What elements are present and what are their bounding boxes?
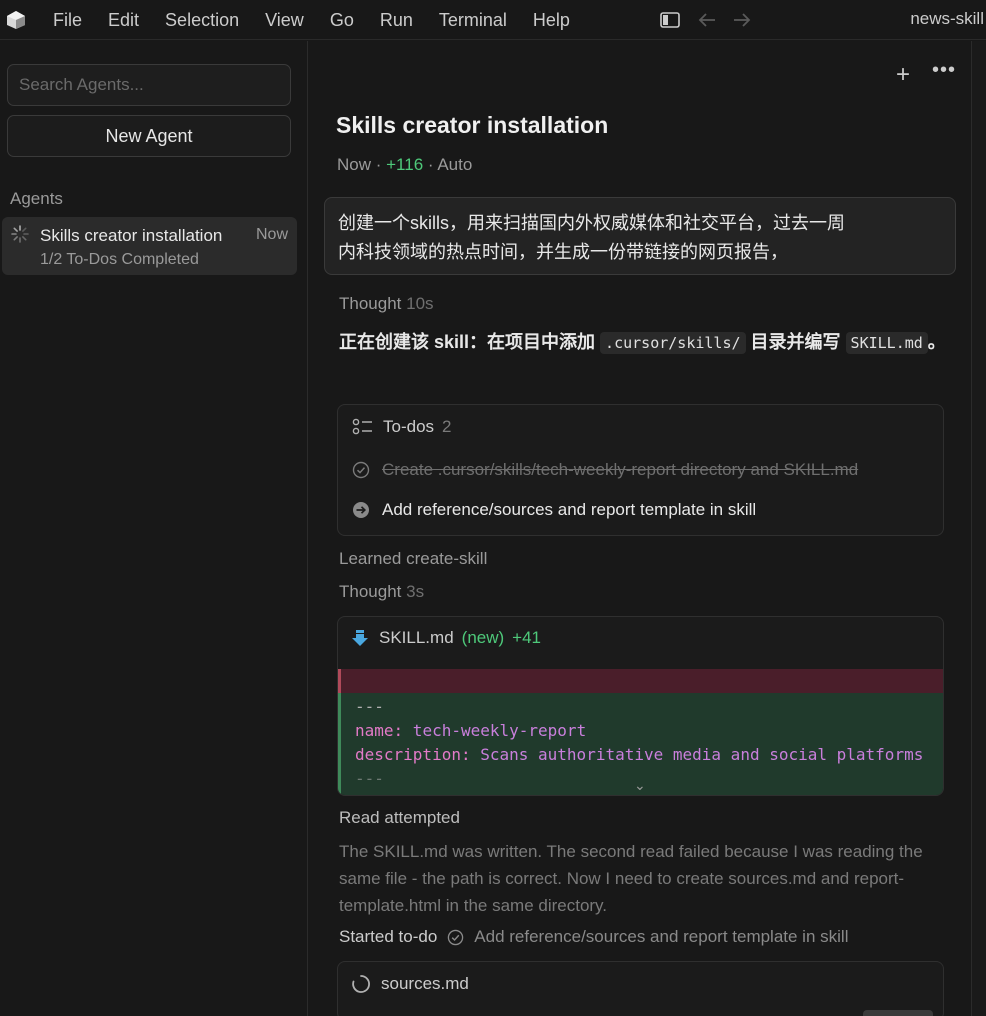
thought-indicator[interactable]: Thought 10s [339,294,434,314]
thought-label: Thought [339,294,402,313]
status-text: 目录并编写 [750,332,841,352]
search-agents-input[interactable] [7,64,291,106]
user-message-line: 创建一个skills，用来扫描国内外权威媒体和社交平台，过去一周 [338,213,845,233]
window-title: news-skill [910,9,984,28]
menu-go[interactable]: Go [317,10,367,31]
toggle-sidebar-icon[interactable] [659,10,681,30]
menu-edit[interactable]: Edit [95,10,152,31]
agent-time: Now [255,226,288,243]
thought-duration: 3s [406,582,425,601]
todo-item[interactable]: Create .cursor/skills/tech-weekly-report… [352,460,858,480]
meta-changes: +116 [386,155,424,174]
menu-bar: File Edit Selection View Go Run Terminal… [40,0,583,40]
meta-mode: Auto [437,155,473,174]
new-chat-plus-icon[interactable]: + [896,61,910,89]
download-arrow-icon [352,630,368,646]
file-name: sources.md [381,974,469,993]
todo-list: To-dos 2 Create .cursor/skills/tech-week… [337,404,944,536]
thought-duration: 10s [406,294,434,313]
assistant-status-message: 正在创建该 skill：在项目中添加 .cursor/skills/ 目录并编写… [339,327,949,359]
code-line: name: tech-weekly-report [355,721,587,740]
back-arrow-icon[interactable] [696,10,718,30]
todo-item[interactable]: Add reference/sources and report templat… [352,500,756,520]
todo-header[interactable]: To-dos 2 [352,417,452,437]
chat-panel: + ••• Skills creator installation Now · … [309,41,971,1016]
menu-file[interactable]: File [40,10,95,31]
code-line: --- [355,697,384,716]
started-label: Started to-do [339,927,438,946]
check-circle-icon [448,929,464,945]
started-todo-note: Started to-do Add reference/sources and … [339,927,848,947]
more-options-icon[interactable]: ••• [932,59,956,82]
diff-removed-line [338,669,943,693]
agent-todo-progress: 1/2 To-Dos Completed [40,251,199,268]
user-message[interactable]: 创建一个skills，用来扫描国内外权威媒体和社交平台，过去一周 内科技领域的热… [324,197,956,275]
agent-list-item[interactable]: Skills creator installation Now 1/2 To-D… [2,217,297,275]
file-new-tag: (new) [461,628,505,647]
scrollbar-thumb[interactable] [863,1010,933,1016]
menu-view[interactable]: View [252,10,317,31]
learned-skill-note[interactable]: Learned create-skill [339,549,487,569]
file-card-sources[interactable]: sources.md [337,961,944,1016]
menu-terminal[interactable]: Terminal [426,10,520,31]
file-code: SKILL.md [845,332,928,354]
menu-help[interactable]: Help [520,10,583,31]
status-text: 正在创建该 skill：在项目中添加 [339,332,596,352]
right-panel-edge [971,41,986,1016]
agents-sidebar: New Agent Agents Skills creator installa… [0,41,308,1016]
file-additions: +41 [512,628,542,647]
assistant-reasoning-text: The SKILL.md was written. The second rea… [339,842,923,915]
menu-selection[interactable]: Selection [152,10,252,31]
started-todo-item: Add reference/sources and report templat… [474,927,849,946]
expand-chevron-icon[interactable]: ⌄ [634,777,646,794]
check-circle-icon [352,461,370,479]
meta-time: Now [337,155,372,174]
thought-indicator[interactable]: Thought 3s [339,582,424,602]
todo-item-text: Add reference/sources and report templat… [382,500,757,519]
agent-title: Skills creator installation [40,226,223,245]
menu-run[interactable]: Run [367,10,426,31]
code-line: --- [355,769,384,788]
file-diff-card[interactable]: SKILL.md (new) +41 --- name: tech-weekly… [337,616,944,796]
loading-spinner-icon [352,975,370,993]
todo-label: To-dos [383,417,435,436]
app-logo-icon [7,11,25,29]
todo-list-icon [352,418,372,435]
chat-meta: Now · +116 · Auto [337,155,473,174]
arrow-circle-icon [353,502,369,518]
file-diff-header[interactable]: SKILL.md (new) +41 [351,628,541,648]
read-attempted-label[interactable]: Read attempted [339,808,460,828]
path-code: .cursor/skills/ [600,332,746,354]
forward-arrow-icon[interactable] [731,10,753,30]
status-text: 。 [927,332,946,352]
code-line: description: Scans authoritative media a… [355,745,924,764]
new-agent-button[interactable]: New Agent [7,115,291,157]
file-card-header[interactable]: sources.md [351,974,469,994]
todo-count: 2 [442,417,452,436]
file-name: SKILL.md [379,628,454,647]
title-bar: File Edit Selection View Go Run Terminal… [0,0,986,40]
thought-label: Thought [339,582,402,601]
user-message-line: 内科技领域的热点时间，并生成一份带链接的网页报告， [338,242,788,262]
chat-title: Skills creator installation [336,112,609,138]
todo-item-text: Create .cursor/skills/tech-weekly-report… [382,460,859,479]
loading-spinner-icon [11,225,29,243]
agents-heading: Agents [10,189,63,208]
